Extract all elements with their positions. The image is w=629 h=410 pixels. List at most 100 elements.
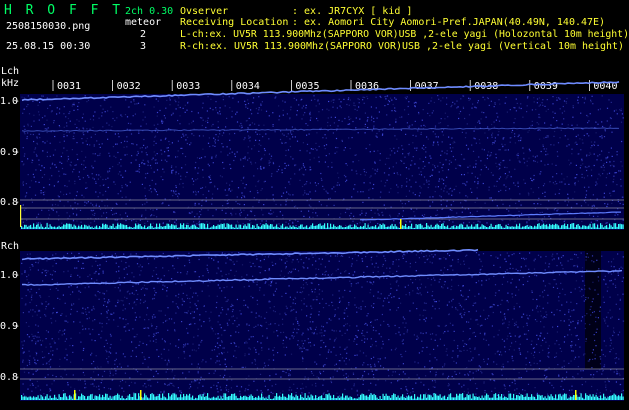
level-bar [247,223,249,229]
noise-dot [335,146,337,149]
noise-dot [597,317,599,319]
noise-dot [21,297,23,299]
noise-dot [458,117,460,120]
noise-dot [68,180,70,182]
noise-dot [101,215,103,217]
noise-dot [421,119,423,121]
noise-dot [320,340,322,342]
noise-dot [107,171,109,174]
noise-dot [310,328,312,330]
noise-dot [443,129,445,131]
noise-dot [99,264,101,266]
noise-dot [107,177,109,179]
noise-dot [357,191,359,193]
noise-dot [345,224,347,227]
noise-dot [502,138,504,140]
noise-dot [92,177,94,179]
noise-dot [125,99,127,101]
noise-dot [388,325,390,327]
noise-dot [464,312,466,314]
noise-dot [622,277,624,279]
noise-dot [210,181,212,183]
noise-dot [612,258,615,260]
noise-dot [373,125,375,127]
noise-dot [581,160,583,162]
level-bar [424,227,426,229]
noise-dot [305,107,307,109]
level-bar [279,227,281,229]
noise-dot [144,177,147,179]
noise-dot [361,286,363,288]
noise-dot [39,222,42,224]
level-bar [562,224,564,229]
level-bar [610,225,612,229]
noise-dot [452,221,454,223]
noise-dot [388,339,390,341]
noise-dot [604,130,606,132]
noise-dot [373,183,375,186]
noise-dot [422,332,424,335]
noise-dot [55,253,57,255]
noise-dot [402,363,404,365]
noise-dot [562,388,564,391]
noise-dot [94,367,96,369]
noise-dot [302,360,304,362]
noise-dot [228,273,230,275]
noise-dot [448,219,450,221]
noise-dot [215,156,217,158]
noise-dot [169,97,171,99]
noise-dot [405,322,407,324]
noise-dot [49,388,51,390]
noise-dot [254,123,256,125]
noise-dot [214,140,216,142]
noise-dot [225,389,228,391]
noise-dot [125,396,127,398]
noise-dot [315,260,317,262]
noise-dot [36,137,38,139]
noise-dot [155,127,157,130]
noise-dot [153,151,155,153]
noise-dot [564,219,566,221]
noise-dot [353,104,355,106]
noise-dot [34,147,37,149]
noise-dot [336,151,338,153]
noise-dot [616,184,618,186]
level-bar [457,226,459,229]
noise-dot [555,352,558,354]
noise-dot [441,131,443,133]
noise-dot [136,144,138,146]
noise-dot [76,142,78,144]
noise-dot [231,189,233,191]
noise-dot [69,293,72,296]
noise-dot [389,124,391,126]
noise-dot [278,119,280,121]
noise-dot [407,390,409,392]
noise-dot [135,304,137,306]
noise-dot [450,150,453,152]
noise-dot [560,350,563,352]
level-bar [280,225,282,229]
noise-dot [144,187,146,189]
noise-dot [404,156,406,158]
noise-dot [474,347,476,349]
noise-dot [270,209,272,211]
level-bar [283,227,285,229]
noise-dot [279,138,282,141]
noise-dot [520,377,522,379]
noise-dot [601,150,603,152]
noise-dot [452,147,454,149]
noise-dot [265,110,268,112]
noise-dot [551,163,553,165]
noise-dot [488,129,490,131]
noise-dot [46,119,48,121]
noise-dot [571,148,573,150]
level-bar [396,226,398,229]
noise-dot [301,185,304,188]
noise-dot [290,178,292,180]
level-bar [337,226,339,229]
level-bar [459,224,461,229]
noise-dot [448,163,450,165]
noise-dot [456,212,458,214]
noise-dot [241,276,243,278]
noise-dot [467,172,469,174]
